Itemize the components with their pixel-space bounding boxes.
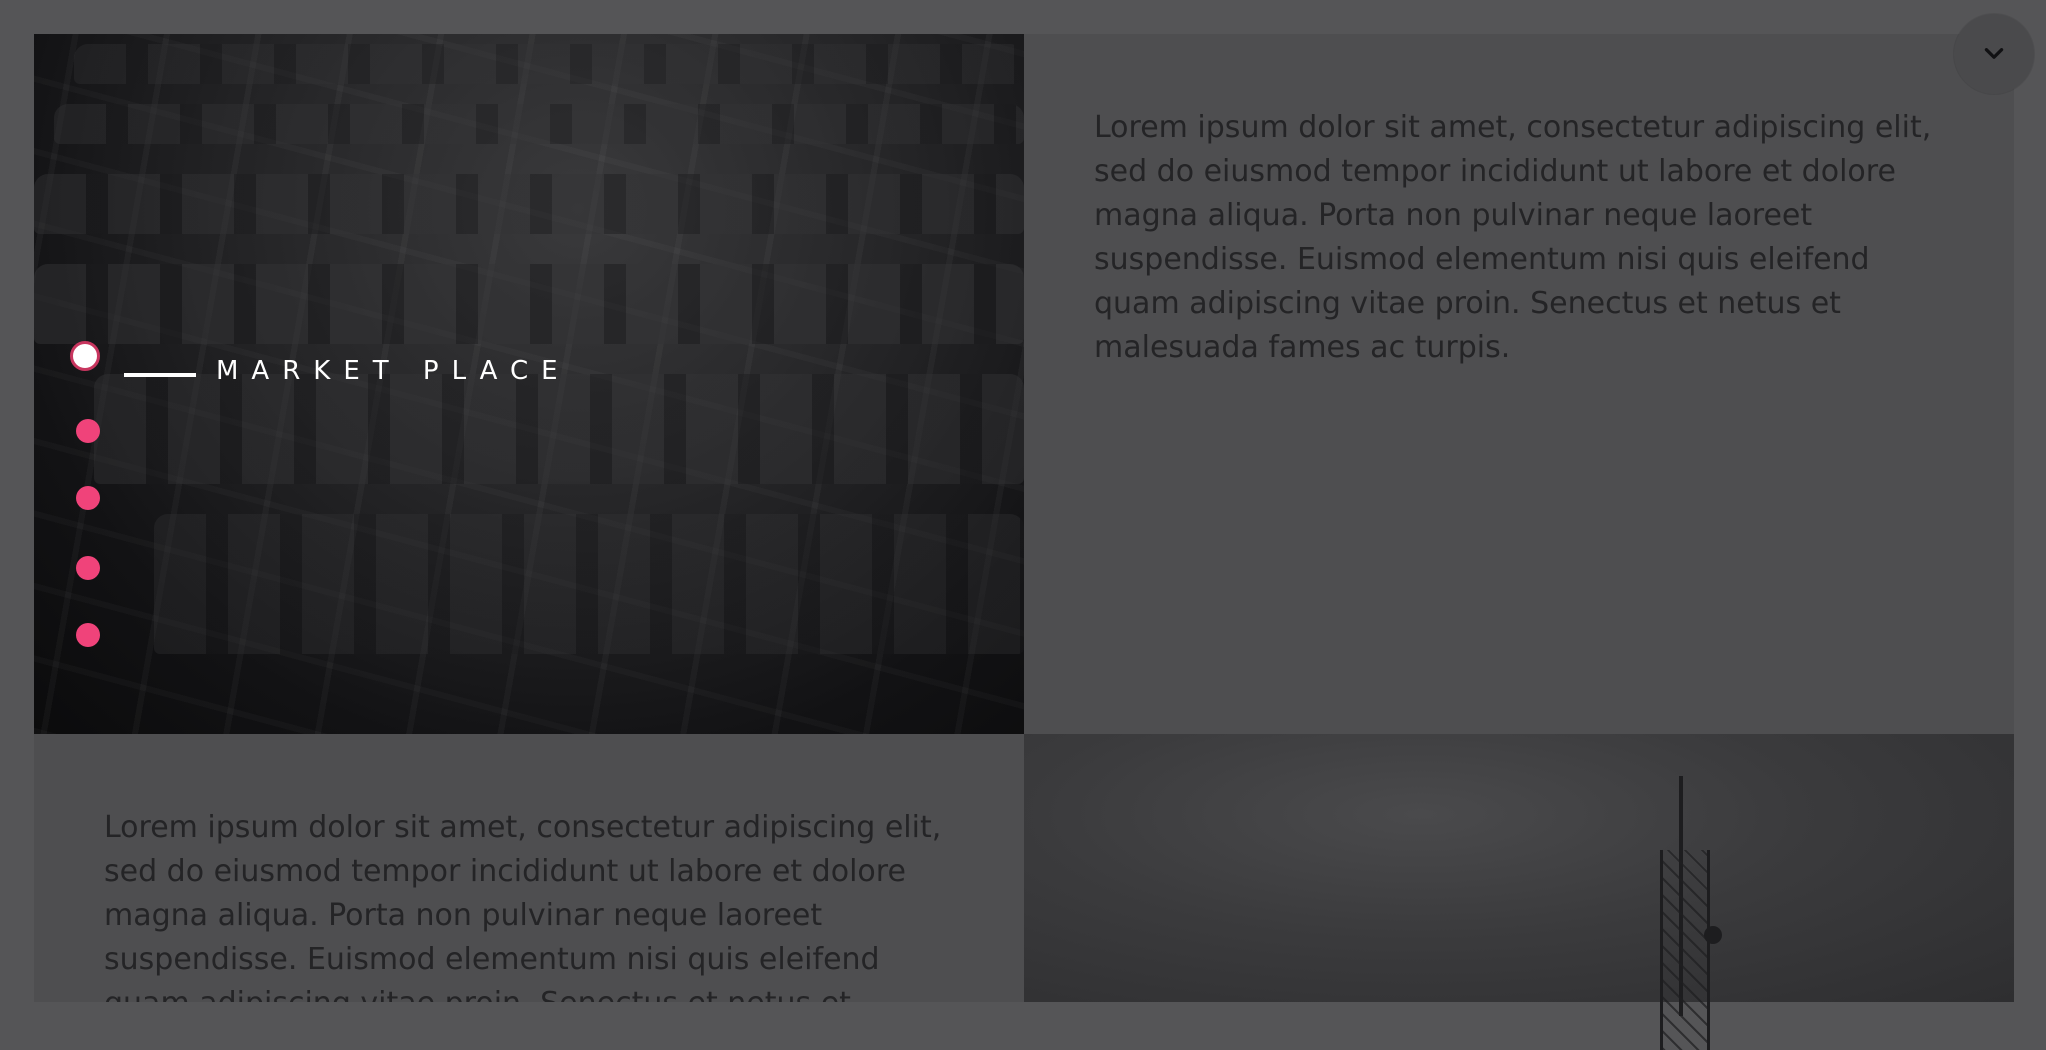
text-block-2: Lorem ipsum dolor sit amet, consectetur … bbox=[34, 734, 1024, 1002]
nav-dot-5[interactable] bbox=[76, 623, 100, 647]
section1-paragraph: Lorem ipsum dolor sit amet, consectetur … bbox=[1094, 110, 1932, 365]
scroll-down-button[interactable] bbox=[1954, 14, 2034, 94]
section2-paragraph: Lorem ipsum dolor sit amet, consectetur … bbox=[104, 810, 942, 1002]
nav-active-label[interactable]: MARKET PLACE bbox=[216, 356, 571, 386]
nav-dot-4[interactable] bbox=[76, 556, 100, 580]
nav-active-line bbox=[124, 373, 196, 377]
chevron-down-icon bbox=[1984, 48, 2004, 59]
page-frame: Lorem ipsum dolor sit amet, consectetur … bbox=[34, 34, 2014, 1002]
tower-structure bbox=[1660, 850, 1710, 1050]
nav-dot-3[interactable] bbox=[76, 486, 100, 510]
nav-dot-2[interactable] bbox=[76, 419, 100, 443]
nav-dot-1-active[interactable] bbox=[70, 341, 100, 371]
tower-dish bbox=[1704, 926, 1722, 944]
tower-photo bbox=[1024, 734, 2014, 1002]
text-block-1: Lorem ipsum dolor sit amet, consectetur … bbox=[1024, 34, 2014, 734]
